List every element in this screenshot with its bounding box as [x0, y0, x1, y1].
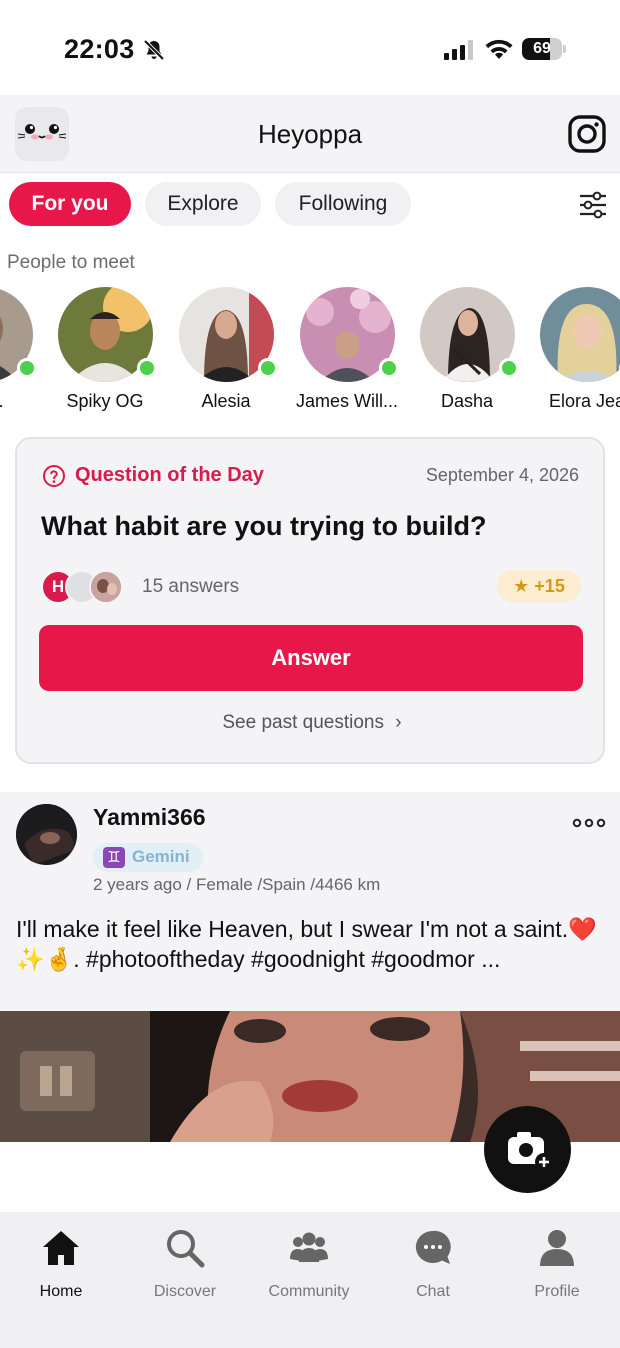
- nav-label: Discover: [153, 1283, 217, 1300]
- tab-explore[interactable]: Explore: [145, 182, 261, 226]
- avatar[interactable]: [16, 804, 77, 865]
- zodiac-badge: ♊ Gemini: [93, 843, 203, 872]
- answers-count[interactable]: 15 answers: [142, 576, 239, 598]
- bell-off-icon: [143, 39, 165, 61]
- community-icon: [290, 1232, 328, 1262]
- bottom-navigation: Home Discover Community Chat Profile: [0, 1212, 620, 1348]
- person-card[interactable]: Elora Jea: [527, 287, 620, 417]
- search-icon: [167, 1230, 205, 1268]
- zodiac-name: Gemini: [132, 847, 190, 866]
- person-name: Dasha: [440, 391, 494, 411]
- person-card[interactable]: Spiky OG: [45, 287, 165, 417]
- wifi-icon: [485, 39, 513, 59]
- post-meta: 2 years ago / Female /Spain /4466 km: [93, 875, 381, 894]
- nav-label: Profile: [534, 1283, 580, 1300]
- see-past-questions-link[interactable]: See past questions ›: [17, 712, 607, 734]
- points-badge: ★ +15: [497, 570, 581, 602]
- person-card[interactable]: Alesia: [166, 287, 286, 417]
- instagram-icon[interactable]: [568, 115, 606, 153]
- avatar: [540, 287, 620, 382]
- nav-discover[interactable]: Discover: [125, 1226, 245, 1300]
- question-of-the-day-card: Question of the Day September 4, 2026 Wh…: [15, 437, 605, 764]
- status-time: 22:03: [64, 34, 135, 64]
- app-title: Heyoppa: [257, 119, 363, 149]
- person-card[interactable]: Dasha: [407, 287, 527, 417]
- nav-label: Home: [39, 1283, 83, 1300]
- person-name: James Will...: [295, 391, 398, 411]
- nav-profile[interactable]: Profile: [497, 1226, 617, 1300]
- people-to-meet-title: People to meet: [7, 252, 135, 273]
- nav-chat[interactable]: Chat: [373, 1226, 493, 1300]
- points-value: +15: [534, 576, 565, 596]
- person-card[interactable]: Xa...: [0, 287, 45, 417]
- online-indicator: [379, 358, 399, 378]
- camera-plus-icon: [508, 1132, 553, 1171]
- nav-label: Chat: [416, 1283, 450, 1300]
- question-circle-icon: [43, 465, 65, 487]
- nav-label: Community: [268, 1283, 350, 1300]
- person-name: Elora Jea: [548, 391, 620, 411]
- answerer-avatars[interactable]: H: [41, 570, 131, 604]
- person-card[interactable]: James Will...: [287, 287, 407, 417]
- feed-tabs: For you Explore Following: [0, 178, 620, 230]
- see-past-questions-label: See past questions: [222, 712, 384, 733]
- status-bar: 22:03 69: [0, 0, 620, 95]
- chat-icon: [415, 1230, 451, 1264]
- cellular-signal-icon: [444, 40, 473, 60]
- person-name: Alesia: [201, 391, 251, 411]
- online-indicator: [499, 358, 519, 378]
- online-indicator: [17, 358, 37, 378]
- qotd-date: September 4, 2026: [425, 465, 579, 485]
- gemini-icon: ♊: [103, 847, 125, 868]
- post-username[interactable]: Yammi366: [93, 804, 206, 831]
- person-name: Spiky OG: [66, 391, 144, 411]
- post-text: I'll make it feel like Heaven, but I swe…: [16, 916, 597, 972]
- nav-community[interactable]: Community: [249, 1226, 369, 1300]
- qotd-question: What habit are you trying to build?: [41, 511, 487, 541]
- tab-following[interactable]: Following: [275, 182, 411, 226]
- battery-level: 69: [533, 40, 551, 57]
- app-header: Heyoppa: [0, 95, 620, 173]
- battery-icon: 69: [522, 38, 566, 62]
- online-indicator: [258, 358, 278, 378]
- filter-sliders-icon[interactable]: [578, 191, 608, 219]
- answer-button[interactable]: Answer: [39, 625, 583, 691]
- tab-for-you[interactable]: For you: [9, 182, 131, 226]
- more-options-icon[interactable]: [572, 818, 606, 828]
- online-indicator: [137, 358, 157, 378]
- profile-icon: [540, 1230, 574, 1266]
- chevron-right-icon: ›: [395, 712, 402, 733]
- qotd-label: Question of the Day: [75, 464, 264, 486]
- star-icon: ★: [513, 576, 530, 596]
- nav-home[interactable]: Home: [1, 1226, 121, 1300]
- post-photo-button[interactable]: [484, 1106, 571, 1193]
- person-name: Xa...: [0, 391, 45, 412]
- people-carousel[interactable]: Xa... Spiky OG Alesia James Will... Dash…: [0, 287, 620, 417]
- home-icon: [43, 1231, 79, 1265]
- avatar: [89, 570, 123, 604]
